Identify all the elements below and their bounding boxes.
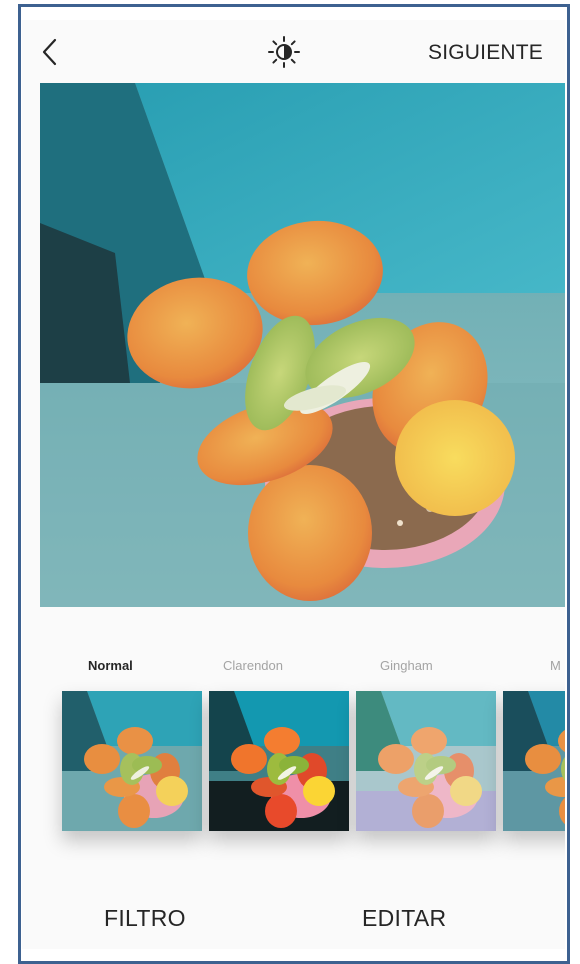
plant-thumbnail [62,691,202,831]
plant-thumbnail [356,691,496,831]
filter-thumbnail-strip [62,691,565,831]
tab-edit[interactable]: EDITAR [362,905,446,932]
photo-preview [40,83,565,607]
top-bar: SIGUIENTE [22,20,565,83]
filter-label-m[interactable]: M [550,658,561,673]
back-button[interactable] [36,36,66,68]
app-screen: SIGUIENTE Normal Clarendon Gingham M FIL… [22,20,565,949]
filter-thumb-normal[interactable] [62,691,202,831]
succulent-plant-photo [40,83,565,607]
sun-icon [268,36,300,68]
filter-thumb-m[interactable] [503,691,565,831]
filter-label-normal[interactable]: Normal [88,658,133,673]
next-button[interactable]: SIGUIENTE [428,41,543,65]
brightness-button[interactable] [266,34,302,70]
filter-thumb-clarendon[interactable] [209,691,349,831]
chevron-left-icon [42,38,57,66]
tab-filter[interactable]: FILTRO [104,905,186,932]
filter-label-clarendon[interactable]: Clarendon [223,658,283,673]
filter-name-row: Normal Clarendon Gingham M [22,658,565,678]
plant-thumbnail [209,691,349,831]
plant-thumbnail [503,691,565,831]
filter-thumb-gingham[interactable] [356,691,496,831]
filter-label-gingham[interactable]: Gingham [380,658,433,673]
